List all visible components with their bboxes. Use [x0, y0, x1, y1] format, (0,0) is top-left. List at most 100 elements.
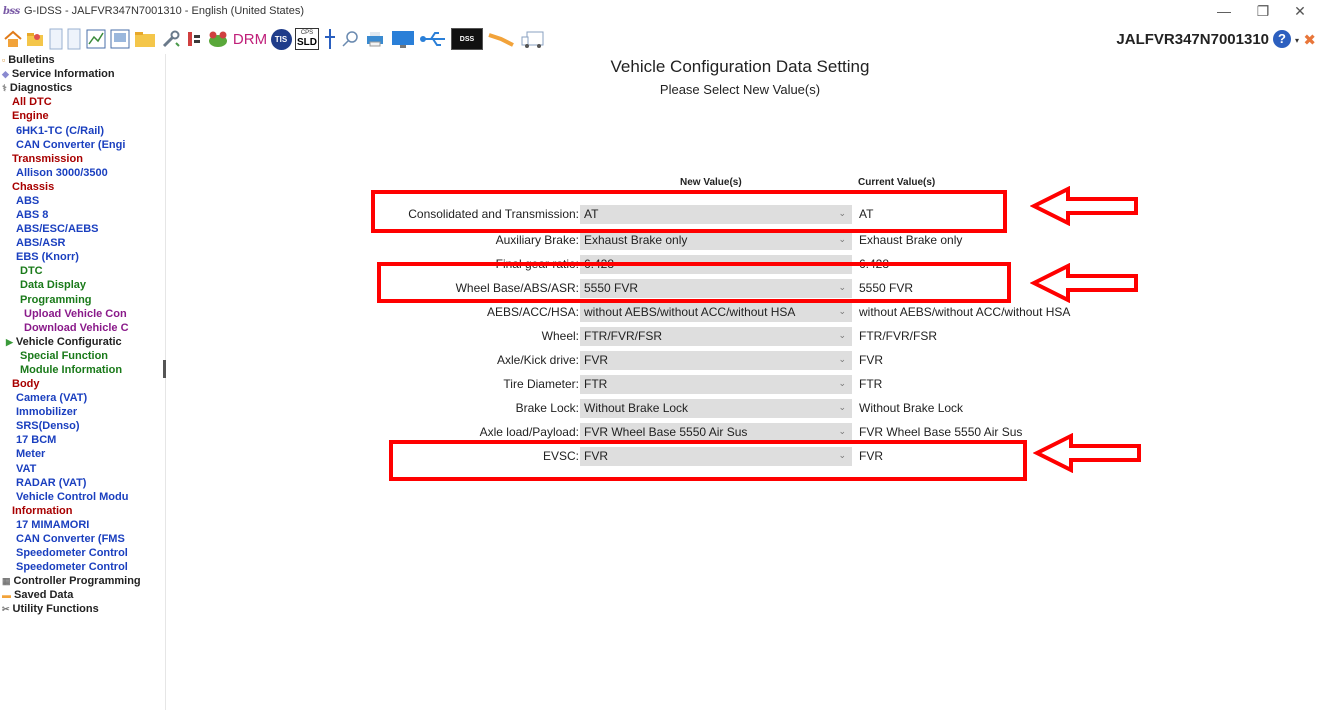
pin-icon[interactable]: [322, 27, 338, 51]
new-value-text: Without Brake Lock: [584, 401, 689, 415]
sidebar-item[interactable]: ABS/ASR: [16, 237, 66, 250]
sidebar-item[interactable]: ▦ Controller Programming: [2, 575, 141, 588]
sidebar-item[interactable]: Download Vehicle C: [24, 322, 129, 335]
sidebar-item[interactable]: DTC: [20, 265, 43, 278]
sidebar-item[interactable]: Programming: [20, 294, 92, 307]
blank-page-2-icon[interactable]: [66, 27, 82, 51]
sidebar-item[interactable]: Engine: [12, 110, 49, 123]
search-icon[interactable]: [340, 27, 362, 51]
sidebar-item[interactable]: 6HK1-TC (C/Rail): [16, 125, 104, 138]
sidebar-item[interactable]: RADAR (VAT): [16, 477, 86, 490]
exit-icon[interactable]: ✖: [1303, 31, 1316, 49]
sidebar-item-label: Bulletins: [8, 54, 55, 66]
saved-data-icon: ▬: [2, 590, 11, 600]
wrench-icon[interactable]: [160, 27, 182, 51]
sidebar-item[interactable]: Vehicle Control Modu: [16, 491, 128, 504]
help-icon[interactable]: ?: [1273, 30, 1291, 48]
maximize-button[interactable]: ❐: [1253, 3, 1273, 20]
sidebar-item[interactable]: ABS: [16, 195, 39, 208]
sidebar-item[interactable]: Immobilizer: [16, 406, 77, 419]
highlight-arrow-2: [1030, 263, 1138, 303]
open-folder-icon[interactable]: [24, 27, 46, 51]
sidebar-item[interactable]: Body: [12, 378, 40, 391]
connector-icon[interactable]: [183, 27, 205, 51]
sidebar-item[interactable]: All DTC: [12, 96, 52, 109]
dss-icon[interactable]: DSS: [450, 27, 484, 51]
graph-icon[interactable]: [85, 27, 107, 51]
image-icon[interactable]: [109, 27, 131, 51]
sidebar-item-label: CAN Converter (FMS: [16, 533, 125, 545]
sidebar-item[interactable]: ◆ Service Information: [2, 68, 115, 81]
sidebar-item-label: RADAR (VAT): [16, 477, 87, 489]
sidebar-item-label: Utility Functions: [12, 603, 99, 615]
truck-icon[interactable]: [520, 27, 546, 51]
new-value-select[interactable]: without AEBS/without ACC/without HSA ⌄: [580, 303, 852, 322]
usb-icon[interactable]: [418, 27, 448, 51]
drm-icon[interactable]: DRM: [232, 27, 268, 51]
sidebar-item-label: Programming: [20, 294, 92, 306]
chevron-down-icon: ⌄: [838, 354, 846, 364]
sidebar-item[interactable]: ✂ Utility Functions: [2, 603, 99, 616]
sidebar-item[interactable]: Upload Vehicle Con: [24, 308, 127, 321]
sidebar-item-label: DTC: [20, 265, 43, 277]
close-button[interactable]: ✕: [1290, 3, 1310, 20]
chevron-down-icon[interactable]: ▾: [1295, 36, 1299, 45]
sidebar-item-label: Speedometer Control: [16, 561, 128, 573]
highlight-box-evsc: [389, 440, 1027, 481]
triangle-right-icon: ▶: [6, 337, 13, 347]
chevron-down-icon: ⌄: [838, 306, 846, 316]
sidebar-item[interactable]: ABS 8: [16, 209, 48, 222]
monitor-icon[interactable]: [390, 27, 416, 51]
sidebar-item[interactable]: CAN Converter (Engi: [16, 139, 125, 152]
sidebar-item[interactable]: Data Display: [20, 279, 86, 292]
sidebar-item-label: Saved Data: [14, 589, 74, 601]
new-value-select[interactable]: FVR ⌄: [580, 351, 852, 370]
folder-icon[interactable]: [133, 27, 157, 51]
plane-icon[interactable]: [486, 27, 516, 51]
sidebar-item[interactable]: Allison 3000/3500: [16, 167, 108, 180]
sidebar-splitter-grip[interactable]: [163, 360, 166, 378]
sidebar-item[interactable]: ▫ Bulletins: [2, 54, 55, 67]
new-value-text: without AEBS/without ACC/without HSA: [584, 305, 796, 319]
minimize-button[interactable]: —: [1214, 3, 1234, 19]
sidebar-item[interactable]: Meter: [16, 448, 45, 461]
new-value-select[interactable]: Exhaust Brake only ⌄: [580, 231, 852, 250]
frog-icon[interactable]: [207, 27, 229, 51]
tis-icon[interactable]: TIS: [270, 27, 292, 51]
sidebar-item[interactable]: Information: [12, 505, 73, 518]
service-info-icon: ◆: [2, 69, 9, 79]
sidebar-item[interactable]: Module Information: [20, 364, 122, 377]
new-value-text: FVR: [584, 353, 608, 367]
blank-page-icon[interactable]: [48, 27, 64, 51]
sidebar-item[interactable]: ▶ Vehicle Configuratic: [6, 336, 122, 349]
dss-label: DSS: [451, 28, 483, 50]
sidebar-item[interactable]: EBS (Knorr): [16, 251, 79, 264]
sidebar-item[interactable]: Speedometer Control: [16, 561, 128, 574]
sidebar-item[interactable]: VAT: [16, 463, 36, 476]
sidebar-item[interactable]: SRS(Denso): [16, 420, 80, 433]
sidebar-item[interactable]: Special Function: [20, 350, 108, 363]
sidebar-item-label: Vehicle Configuratic: [15, 336, 122, 348]
window-title: G-IDSS - JALFVR347N7001310 - English (Un…: [24, 5, 305, 17]
sidebar-item[interactable]: Speedometer Control: [16, 547, 128, 560]
sidebar-item[interactable]: Transmission: [12, 153, 83, 166]
new-value-select[interactable]: Without Brake Lock ⌄: [580, 399, 852, 418]
sidebar-item[interactable]: ⚕ Diagnostics: [2, 82, 72, 95]
sidebar-item-label: 17 MIMAMORI: [16, 519, 90, 531]
sidebar-item[interactable]: 17 BCM: [16, 434, 56, 447]
sidebar-item[interactable]: ▬ Saved Data: [2, 589, 73, 602]
sidebar-item[interactable]: Chassis: [12, 181, 54, 194]
bulletins-icon: ▫: [2, 55, 6, 65]
print-icon[interactable]: [364, 27, 386, 51]
app-logo: bss: [3, 6, 20, 17]
home-icon[interactable]: [3, 27, 23, 51]
sidebar-item[interactable]: CAN Converter (FMS: [16, 533, 125, 546]
new-value-select[interactable]: FTR/FVR/FSR ⌄: [580, 327, 852, 346]
cps-sld-icon[interactable]: CPS SLD: [294, 27, 320, 51]
new-value-select[interactable]: FTR ⌄: [580, 375, 852, 394]
current-value-text: FVR: [859, 353, 883, 367]
sidebar-item[interactable]: 17 MIMAMORI: [16, 519, 89, 532]
sidebar-item[interactable]: Camera (VAT): [16, 392, 87, 405]
new-value-text: Exhaust Brake only: [584, 233, 688, 247]
sidebar-item[interactable]: ABS/ESC/AEBS: [16, 223, 99, 236]
